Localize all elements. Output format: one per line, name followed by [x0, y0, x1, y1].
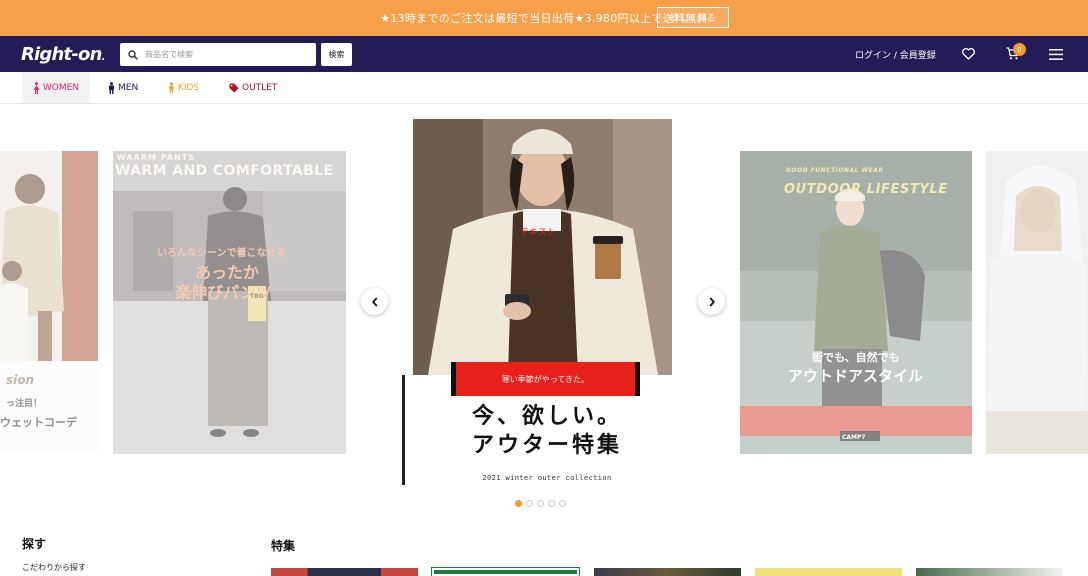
feature-thumb[interactable]: [755, 568, 902, 576]
slide-text-1: いろんなシーンで着こなせる: [157, 248, 287, 259]
slide-brand: CAMP7: [842, 434, 866, 441]
search-button[interactable]: 検索: [321, 43, 352, 66]
slide-image: [986, 151, 1088, 454]
site-logo[interactable]: Right-on.: [21, 44, 105, 65]
search-input[interactable]: [143, 49, 303, 60]
search-by-preference-link[interactable]: こだわりから探す: [22, 562, 86, 573]
category-tab-men[interactable]: MEN: [108, 72, 138, 103]
logo-dot: .: [101, 52, 106, 63]
search-box: [120, 43, 316, 66]
slide-overlay-label: テキスト: [520, 228, 556, 238]
caption-band: 寒い季節がやってきた。: [451, 362, 640, 396]
slide-text-2: っ注目！: [6, 399, 43, 409]
slide-text-1: sion: [6, 373, 35, 387]
woman-icon: [33, 81, 40, 94]
search-icon: [128, 49, 138, 60]
slide-bag-text: TBG: [250, 293, 264, 300]
chevron-right-icon: [709, 296, 715, 307]
slide-header-big: WARM AND COMFORTABLE: [115, 163, 334, 179]
favorite-heart-icon[interactable]: [962, 48, 975, 60]
cart-count-badge: 0: [1013, 43, 1026, 56]
feature-title: 今、欲しい。 アウター特集: [452, 402, 642, 460]
slide-header-small: WAARM PANTS: [117, 153, 195, 162]
carousel-dot[interactable]: [548, 500, 555, 507]
child-icon: [169, 82, 174, 93]
carousel-dot[interactable]: [537, 500, 544, 507]
site-header: Right-on. 検索 ログイン / 会員登録 0: [0, 36, 1088, 72]
slide-text-2: アウトドアスタイル: [788, 367, 924, 385]
carousel-next-button[interactable]: [698, 288, 725, 315]
feature-title-line2: アウター特集: [471, 433, 622, 458]
carousel-slide-outdoor[interactable]: GOOD FUNCTIONAL WEAR OUTDOOR LIFESTYLE 街…: [740, 151, 972, 454]
carousel-slide-next[interactable]: [986, 151, 1088, 454]
category-label: WOMEN: [42, 82, 80, 93]
feature-thumb[interactable]: [271, 568, 418, 576]
feature-thumb[interactable]: [431, 567, 580, 576]
login-register-link[interactable]: ログイン / 会員登録: [855, 48, 936, 61]
feature-subtitle: 2021 winter outer collection: [482, 474, 612, 482]
category-tab-women[interactable]: WOMEN: [22, 72, 90, 103]
carousel-dot[interactable]: [526, 500, 533, 507]
category-label: OUTLET: [242, 82, 278, 93]
carousel-dot[interactable]: [559, 500, 566, 507]
category-label: MEN: [118, 82, 139, 93]
carousel-prev-button[interactable]: [361, 288, 388, 315]
feature-thumb[interactable]: [594, 568, 741, 576]
feature-title-line1: 今、欲しい。: [471, 404, 622, 429]
category-label: KIDS: [178, 82, 200, 93]
logo-text: Right-on: [21, 44, 102, 65]
slide-text-1: 街でも、自然でも: [812, 351, 900, 364]
slide-text-3: ウェットコーデ: [0, 416, 77, 429]
slide-header-big: OUTDOOR LIFESTYLE: [784, 182, 948, 197]
carousel-dots: [515, 500, 566, 507]
carousel-slide-pants[interactable]: WAARM PANTS WARM AND COMFORTABLE いろんなシーン…: [113, 151, 346, 454]
tag-icon: [229, 83, 239, 93]
chevron-left-icon: [371, 296, 377, 307]
slide-image: [413, 119, 672, 375]
caption-divider: [402, 375, 405, 485]
category-nav: WOMEN MEN KIDS OUTLET: [0, 72, 1088, 104]
promo-details-button[interactable]: 詳しく見る: [657, 7, 729, 28]
carousel-slide-sweat[interactable]: sion っ注目！ ウェットコーデ: [0, 151, 98, 454]
carousel-slide-outer[interactable]: テキスト: [413, 119, 672, 375]
promo-bar: ★13時までのご注文は最短で当日出荷★3,980円以上で送料無料 詳しく見る: [0, 0, 1088, 36]
hamburger-menu-icon[interactable]: [1049, 49, 1063, 60]
category-tab-outlet[interactable]: OUTLET: [229, 72, 277, 103]
man-icon: [109, 81, 114, 94]
category-tab-kids[interactable]: KIDS: [168, 72, 199, 103]
slide-header-small: GOOD FUNCTIONAL WEAR: [786, 167, 884, 174]
carousel-dot[interactable]: [515, 500, 522, 507]
feature-thumb[interactable]: [916, 568, 1063, 576]
search-section-title: 探す: [22, 537, 47, 551]
feature-section-title: 特集: [271, 539, 296, 553]
